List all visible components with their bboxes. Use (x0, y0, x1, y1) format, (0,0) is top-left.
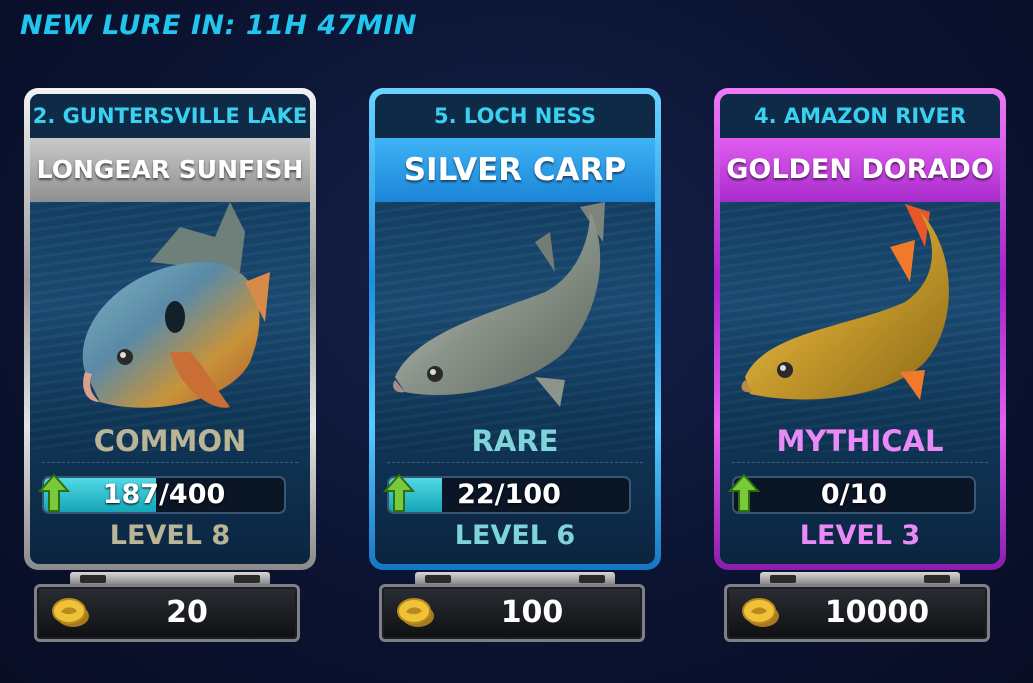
card-fish-name: SILVER CARP (375, 138, 655, 202)
progress-count: 0/10 (820, 479, 888, 510)
price-button[interactable]: 100 (379, 584, 645, 642)
price-button[interactable]: 20 (34, 584, 300, 642)
price-button[interactable]: 10000 (724, 584, 990, 642)
sunfish-icon (82, 202, 270, 408)
progress-bar: 187/400 (42, 476, 286, 514)
new-lure-timer: NEW LURE IN: 11H 47MIN (20, 10, 418, 41)
card-frame: 5. LOCH NESS SILVER CARP RARE 22/100 LEV… (369, 88, 661, 570)
level-label: LEVEL 3 (799, 520, 921, 551)
price-amount: 10000 (824, 595, 930, 630)
price-amount: 100 (500, 595, 564, 630)
rarity-label: COMMON (93, 424, 247, 458)
upgrade-arrow-icon (38, 473, 70, 512)
price-amount: 20 (166, 595, 208, 630)
card-frame: 4. AMAZON RIVER GOLDEN DORADO MYTHICAL 0… (714, 88, 1006, 570)
card-location: 5. LOCH NESS (375, 94, 655, 138)
card-frame: 2. GUNTERSVILLE LAKE LONGEAR SUNFISH COM… (24, 88, 316, 570)
card-location: 2. GUNTERSVILLE LAKE (30, 94, 310, 138)
progress-bar: 0/10 (732, 476, 976, 514)
rarity-label: RARE (471, 424, 559, 458)
card-fish-name: LONGEAR SUNFISH (30, 138, 310, 202)
carp-icon (393, 202, 605, 407)
level-label: LEVEL 8 (109, 520, 231, 551)
upgrade-arrow-icon (728, 473, 760, 512)
fish-card-longear-sunfish[interactable]: 2. GUNTERSVILLE LAKE LONGEAR SUNFISH COM… (24, 88, 316, 650)
rarity-label: MYTHICAL (776, 424, 944, 458)
fish-card-golden-dorado[interactable]: 4. AMAZON RIVER GOLDEN DORADO MYTHICAL 0… (714, 88, 1006, 650)
progress-bar: 22/100 (387, 476, 631, 514)
progress-count: 187/400 (102, 479, 226, 510)
card-location: 4. AMAZON RIVER (720, 94, 1000, 138)
level-label: LEVEL 6 (454, 520, 576, 551)
fish-card-silver-carp[interactable]: 5. LOCH NESS SILVER CARP RARE 22/100 LEV… (369, 88, 661, 650)
card-fish-name: GOLDEN DORADO (720, 138, 1000, 202)
dorado-icon (741, 204, 949, 400)
upgrade-arrow-icon (383, 473, 415, 512)
progress-count: 22/100 (457, 479, 561, 510)
